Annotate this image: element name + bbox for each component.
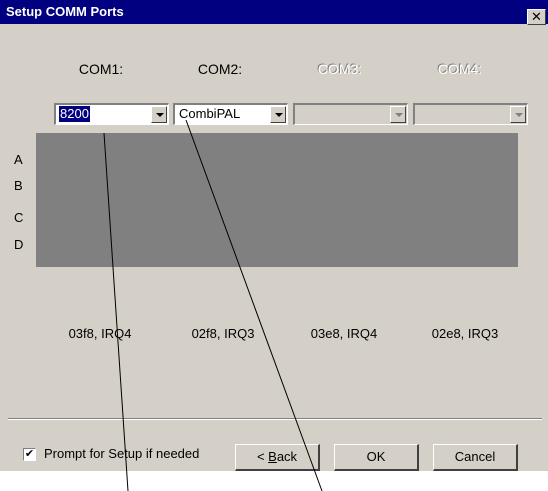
row-label-d: D	[14, 237, 24, 252]
back-button-accelerator: B	[268, 449, 277, 464]
row-label-c: C	[14, 210, 24, 225]
cancel-button[interactable]: Cancel	[433, 444, 518, 471]
com2-selected-value: CombiPAL	[179, 106, 241, 121]
row-label-b: B	[14, 178, 23, 193]
footer-divider	[8, 418, 542, 420]
com1-device-select[interactable]: 8200	[54, 103, 169, 125]
com3-header: COM3:	[317, 61, 363, 77]
chevron-down-icon[interactable]	[151, 106, 167, 123]
com2-address-irq: 02f8, IRQ3	[191, 326, 255, 341]
setup-comm-ports-dialog: Setup COMM Ports ✕ COM1: COM2: COM3: COM…	[0, 0, 548, 471]
com1-header: COM1:	[78, 61, 124, 77]
back-button-prefix: <	[256, 449, 269, 464]
chevron-down-icon[interactable]	[270, 106, 286, 123]
chevron-down-icon	[510, 106, 526, 123]
com2-header: COM2:	[197, 61, 243, 77]
prompt-setup-label[interactable]: Prompt for Setup if needed	[44, 446, 199, 461]
ok-button-label: OK	[366, 449, 386, 464]
ok-button[interactable]: OK	[334, 444, 419, 471]
com3-address-irq: 03e8, IRQ4	[310, 326, 378, 341]
com4-device-select	[413, 103, 528, 125]
com2-device-select[interactable]: CombiPAL	[173, 103, 288, 125]
com1-selected-value: 8200	[59, 106, 90, 122]
port-config-panel	[36, 133, 518, 267]
window-title: Setup COMM Ports	[6, 4, 124, 19]
prompt-setup-checkbox[interactable]: ✔	[23, 448, 36, 461]
row-label-a: A	[14, 152, 23, 167]
com4-header: COM4:	[437, 61, 483, 77]
close-icon: ✕	[531, 9, 542, 24]
back-button-label: ack	[276, 449, 298, 464]
chevron-down-icon	[390, 106, 406, 123]
checkmark-icon: ✔	[24, 448, 35, 460]
com3-device-select	[293, 103, 408, 125]
com1-address-irq: 03f8, IRQ4	[68, 326, 132, 341]
close-button[interactable]: ✕	[527, 9, 546, 25]
com4-address-irq: 02e8, IRQ3	[431, 326, 499, 341]
cancel-button-label: Cancel	[454, 449, 496, 464]
title-bar[interactable]: Setup COMM Ports	[0, 0, 548, 24]
back-button[interactable]: < Back	[235, 444, 320, 471]
